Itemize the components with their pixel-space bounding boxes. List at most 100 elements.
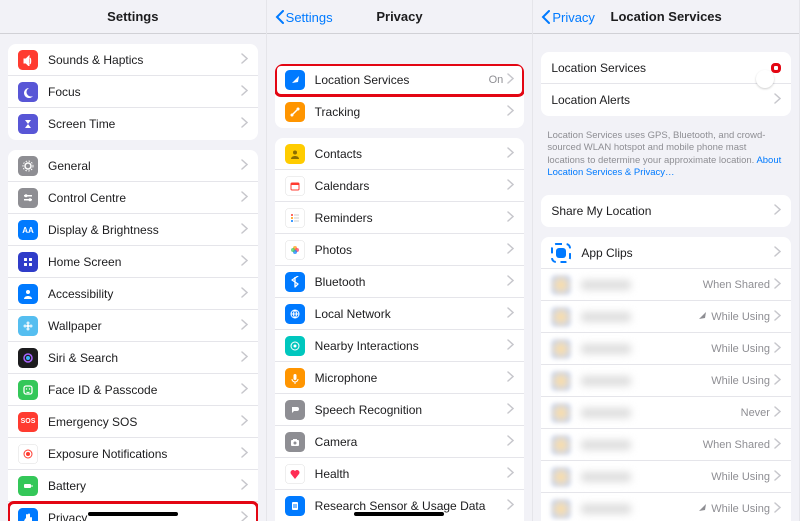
row-reminders[interactable]: Reminders — [275, 202, 525, 234]
chevron-right-icon — [507, 211, 514, 225]
nearby-icon — [285, 336, 305, 356]
row-label: Location Alerts — [551, 93, 774, 107]
row-blurred[interactable]: While Using — [541, 333, 791, 365]
row-label: Location Services — [315, 73, 489, 87]
row-blurred[interactable]: While Using — [541, 493, 791, 521]
row-health[interactable]: Health — [275, 458, 525, 490]
row-exposure-notifications[interactable]: Exposure Notifications — [8, 438, 258, 470]
back-button[interactable]: Privacy — [541, 0, 595, 34]
row-microphone[interactable]: Microphone — [275, 362, 525, 394]
tracking-icon — [285, 102, 305, 122]
row-blurred[interactable]: While Using — [541, 301, 791, 333]
row-blurred[interactable]: When Shared — [541, 429, 791, 461]
chevron-right-icon — [507, 403, 514, 417]
row-camera[interactable]: Camera — [275, 426, 525, 458]
chevron-right-icon — [241, 159, 248, 173]
back-button[interactable]: Settings — [275, 0, 333, 34]
home-indicator[interactable] — [354, 512, 444, 516]
chevron-right-icon — [774, 204, 781, 218]
row-privacy[interactable]: Privacy — [8, 502, 258, 521]
row-detail: On — [489, 74, 504, 86]
row-label — [581, 376, 631, 386]
row-label: Privacy — [48, 511, 241, 521]
row-label: Sounds & Haptics — [48, 53, 241, 67]
row-label: Reminders — [315, 211, 508, 225]
appclips-icon — [551, 243, 571, 263]
chevron-left-icon — [275, 10, 284, 24]
chevron-right-icon — [507, 243, 514, 257]
row-face-id-passcode[interactable]: Face ID & Passcode — [8, 374, 258, 406]
row-label — [581, 344, 631, 354]
row-label: Accessibility — [48, 287, 241, 301]
chevron-right-icon — [241, 191, 248, 205]
row-label: Face ID & Passcode — [48, 383, 241, 397]
row-general[interactable]: General — [8, 150, 258, 182]
row-detail: While Using — [711, 375, 770, 387]
row-label: Home Screen — [48, 255, 241, 269]
battery-icon — [18, 476, 38, 496]
chevron-right-icon — [774, 246, 781, 260]
row-label: Focus — [48, 85, 241, 99]
row-label: Health — [315, 467, 508, 481]
arrow-icon — [285, 70, 305, 90]
row-location-services[interactable]: Location ServicesOn — [275, 64, 525, 96]
row-photos[interactable]: Photos — [275, 234, 525, 266]
row-label — [581, 312, 631, 322]
row-calendars[interactable]: Calendars — [275, 170, 525, 202]
exposure-icon — [18, 444, 38, 464]
chevron-right-icon — [507, 499, 514, 513]
row-accessibility[interactable]: Accessibility — [8, 278, 258, 310]
row-screen-time[interactable]: Screen Time — [8, 108, 258, 140]
row-blurred[interactable]: While Using — [541, 461, 791, 493]
row-sounds-haptics[interactable]: Sounds & Haptics — [8, 44, 258, 76]
app-icon-blurred — [551, 403, 571, 423]
row-blurred[interactable]: When Shared — [541, 269, 791, 301]
row-display-brightness[interactable]: AADisplay & Brightness — [8, 214, 258, 246]
chevron-right-icon — [241, 287, 248, 301]
row-location-services[interactable]: Location Services — [541, 52, 791, 84]
chevron-right-icon — [507, 371, 514, 385]
chevron-right-icon — [241, 511, 248, 521]
chevron-right-icon — [241, 85, 248, 99]
row-nearby-interactions[interactable]: Nearby Interactions — [275, 330, 525, 362]
contacts-icon — [285, 144, 305, 164]
row-app-clips[interactable]: App Clips — [541, 237, 791, 269]
row-siri-search[interactable]: Siri & Search — [8, 342, 258, 374]
speech-icon — [285, 400, 305, 420]
bluetooth-icon — [285, 272, 305, 292]
row-contacts[interactable]: Contacts — [275, 138, 525, 170]
row-label: Battery — [48, 479, 241, 493]
row-label: Speech Recognition — [315, 403, 508, 417]
row-blurred[interactable]: While Using — [541, 365, 791, 397]
chevron-right-icon — [241, 223, 248, 237]
row-local-network[interactable]: Local Network — [275, 298, 525, 330]
row-speech-recognition[interactable]: Speech Recognition — [275, 394, 525, 426]
chevron-right-icon — [507, 275, 514, 289]
aa-icon: AA — [18, 220, 38, 240]
row-location-alerts[interactable]: Location Alerts — [541, 84, 791, 116]
row-tracking[interactable]: Tracking — [275, 96, 525, 128]
row-label: Location Services — [551, 61, 771, 75]
chevron-right-icon — [774, 93, 781, 107]
row-share-my-location[interactable]: Share My Location — [541, 195, 791, 227]
row-wallpaper[interactable]: Wallpaper — [8, 310, 258, 342]
row-home-screen[interactable]: Home Screen — [8, 246, 258, 278]
row-bluetooth[interactable]: Bluetooth — [275, 266, 525, 298]
row-label: Camera — [315, 435, 508, 449]
row-research-sensor-usage-data[interactable]: Research Sensor & Usage Data — [275, 490, 525, 521]
header: Settings Privacy — [267, 0, 533, 34]
chevron-right-icon — [241, 53, 248, 67]
chevron-right-icon — [774, 310, 781, 324]
row-focus[interactable]: Focus — [8, 76, 258, 108]
row-control-centre[interactable]: Control Centre — [8, 182, 258, 214]
row-detail: When Shared — [703, 279, 770, 291]
location-services-pane: Privacy Location Services Location Servi… — [533, 0, 800, 521]
row-label: Screen Time — [48, 117, 241, 131]
chevron-right-icon — [507, 105, 514, 119]
privacy-pane: Settings Privacy Location ServicesOnTrac… — [267, 0, 534, 521]
app-icon-blurred — [551, 339, 571, 359]
row-blurred[interactable]: Never — [541, 397, 791, 429]
row-battery[interactable]: Battery — [8, 470, 258, 502]
row-emergency-sos[interactable]: SOSEmergency SOS — [8, 406, 258, 438]
chevron-right-icon — [507, 467, 514, 481]
